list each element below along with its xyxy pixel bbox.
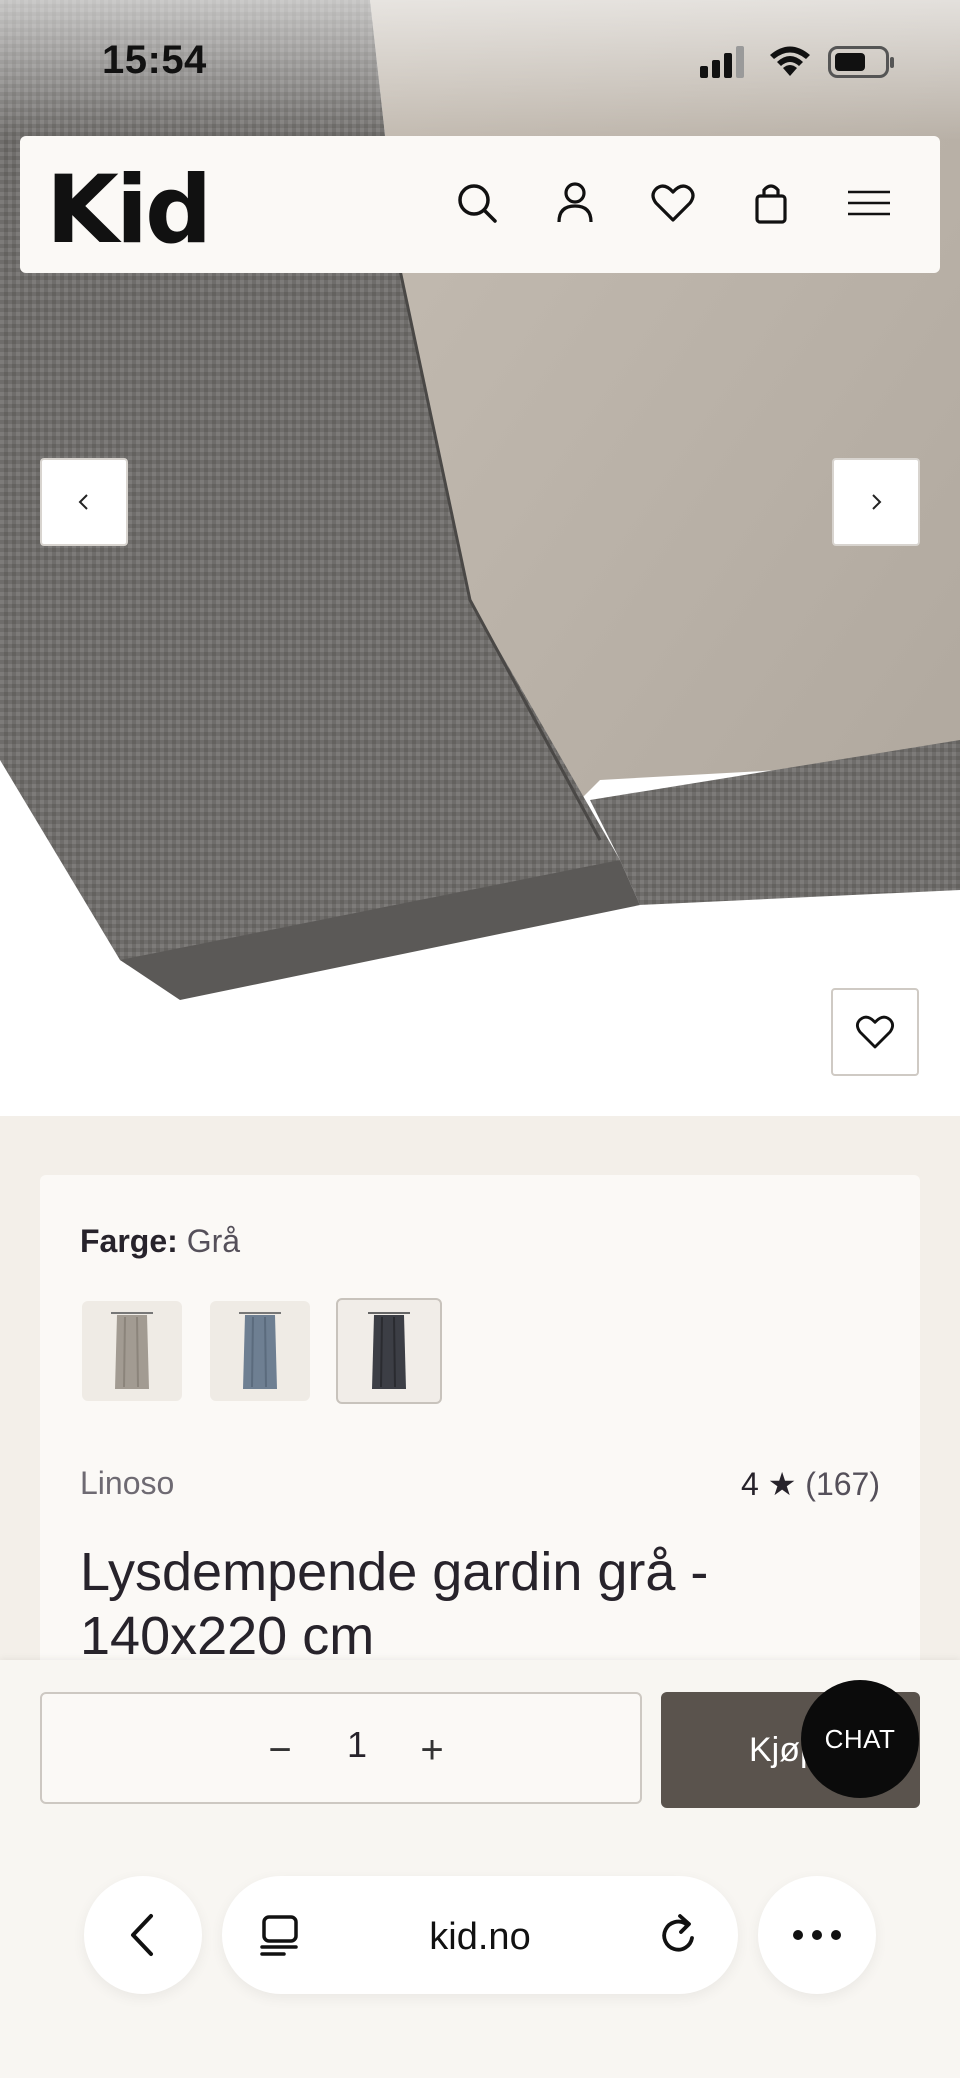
color-swatch-blue[interactable] bbox=[210, 1301, 310, 1401]
search-icon[interactable] bbox=[452, 178, 502, 228]
browser-more-button[interactable] bbox=[758, 1876, 876, 1994]
color-label: Farge: bbox=[80, 1223, 178, 1259]
color-selector-label: Farge: Grå bbox=[80, 1223, 240, 1260]
chevron-left-icon bbox=[78, 494, 88, 510]
site-logo[interactable]: Kid bbox=[46, 156, 212, 265]
product-info-card: Farge: Grå Linoso 4 ★ (167) Lysdempende … bbox=[40, 1175, 920, 1735]
quantity-value[interactable]: 1 bbox=[332, 1724, 382, 1766]
heart-icon bbox=[855, 1015, 895, 1049]
curtain-thumbnail bbox=[368, 1312, 410, 1389]
curtain-thumbnail bbox=[111, 1312, 153, 1389]
site-header: Kid bbox=[20, 136, 940, 273]
wifi-icon bbox=[770, 46, 810, 76]
more-icon bbox=[793, 1930, 841, 1940]
color-swatch-beige[interactable] bbox=[82, 1301, 182, 1401]
color-value: Grå bbox=[186, 1223, 241, 1259]
reload-icon[interactable] bbox=[658, 1912, 702, 1958]
gallery-next-button[interactable] bbox=[832, 458, 920, 546]
color-swatch-grey[interactable] bbox=[336, 1298, 442, 1404]
star-icon: ★ bbox=[767, 1466, 797, 1502]
cart-icon[interactable] bbox=[746, 178, 796, 228]
quantity-stepper: − 1 + bbox=[40, 1692, 642, 1804]
back-icon bbox=[131, 1914, 153, 1956]
purchase-bar: − 1 + Kjøp CHAT bbox=[0, 1660, 960, 2078]
product-rating[interactable]: 4 ★ (167) bbox=[741, 1465, 880, 1503]
account-icon[interactable] bbox=[550, 178, 600, 228]
wishlist-icon[interactable] bbox=[648, 178, 698, 228]
browser-back-button[interactable] bbox=[84, 1876, 202, 1994]
cellular-signal-icon bbox=[700, 46, 744, 78]
brand-name[interactable]: Linoso bbox=[80, 1465, 174, 1502]
chevron-right-icon bbox=[872, 494, 882, 510]
increase-quantity-button[interactable]: + bbox=[404, 1722, 460, 1778]
review-count: (167) bbox=[805, 1466, 880, 1502]
battery-icon bbox=[828, 46, 894, 78]
menu-icon[interactable] bbox=[844, 178, 894, 228]
gallery-prev-button[interactable] bbox=[40, 458, 128, 546]
product-title: Lysdempende gardin grå - 140x220 cm bbox=[80, 1542, 709, 1666]
add-to-wishlist-button[interactable] bbox=[831, 988, 919, 1076]
rating-value: 4 bbox=[741, 1466, 759, 1502]
status-time: 15:54 bbox=[102, 38, 207, 82]
decrease-quantity-button[interactable]: − bbox=[252, 1722, 308, 1778]
status-bar: 15:54 bbox=[0, 0, 960, 130]
chat-button[interactable]: CHAT bbox=[801, 1680, 919, 1798]
address-bar[interactable]: kid.no bbox=[222, 1876, 738, 1994]
curtain-thumbnail bbox=[239, 1312, 281, 1389]
